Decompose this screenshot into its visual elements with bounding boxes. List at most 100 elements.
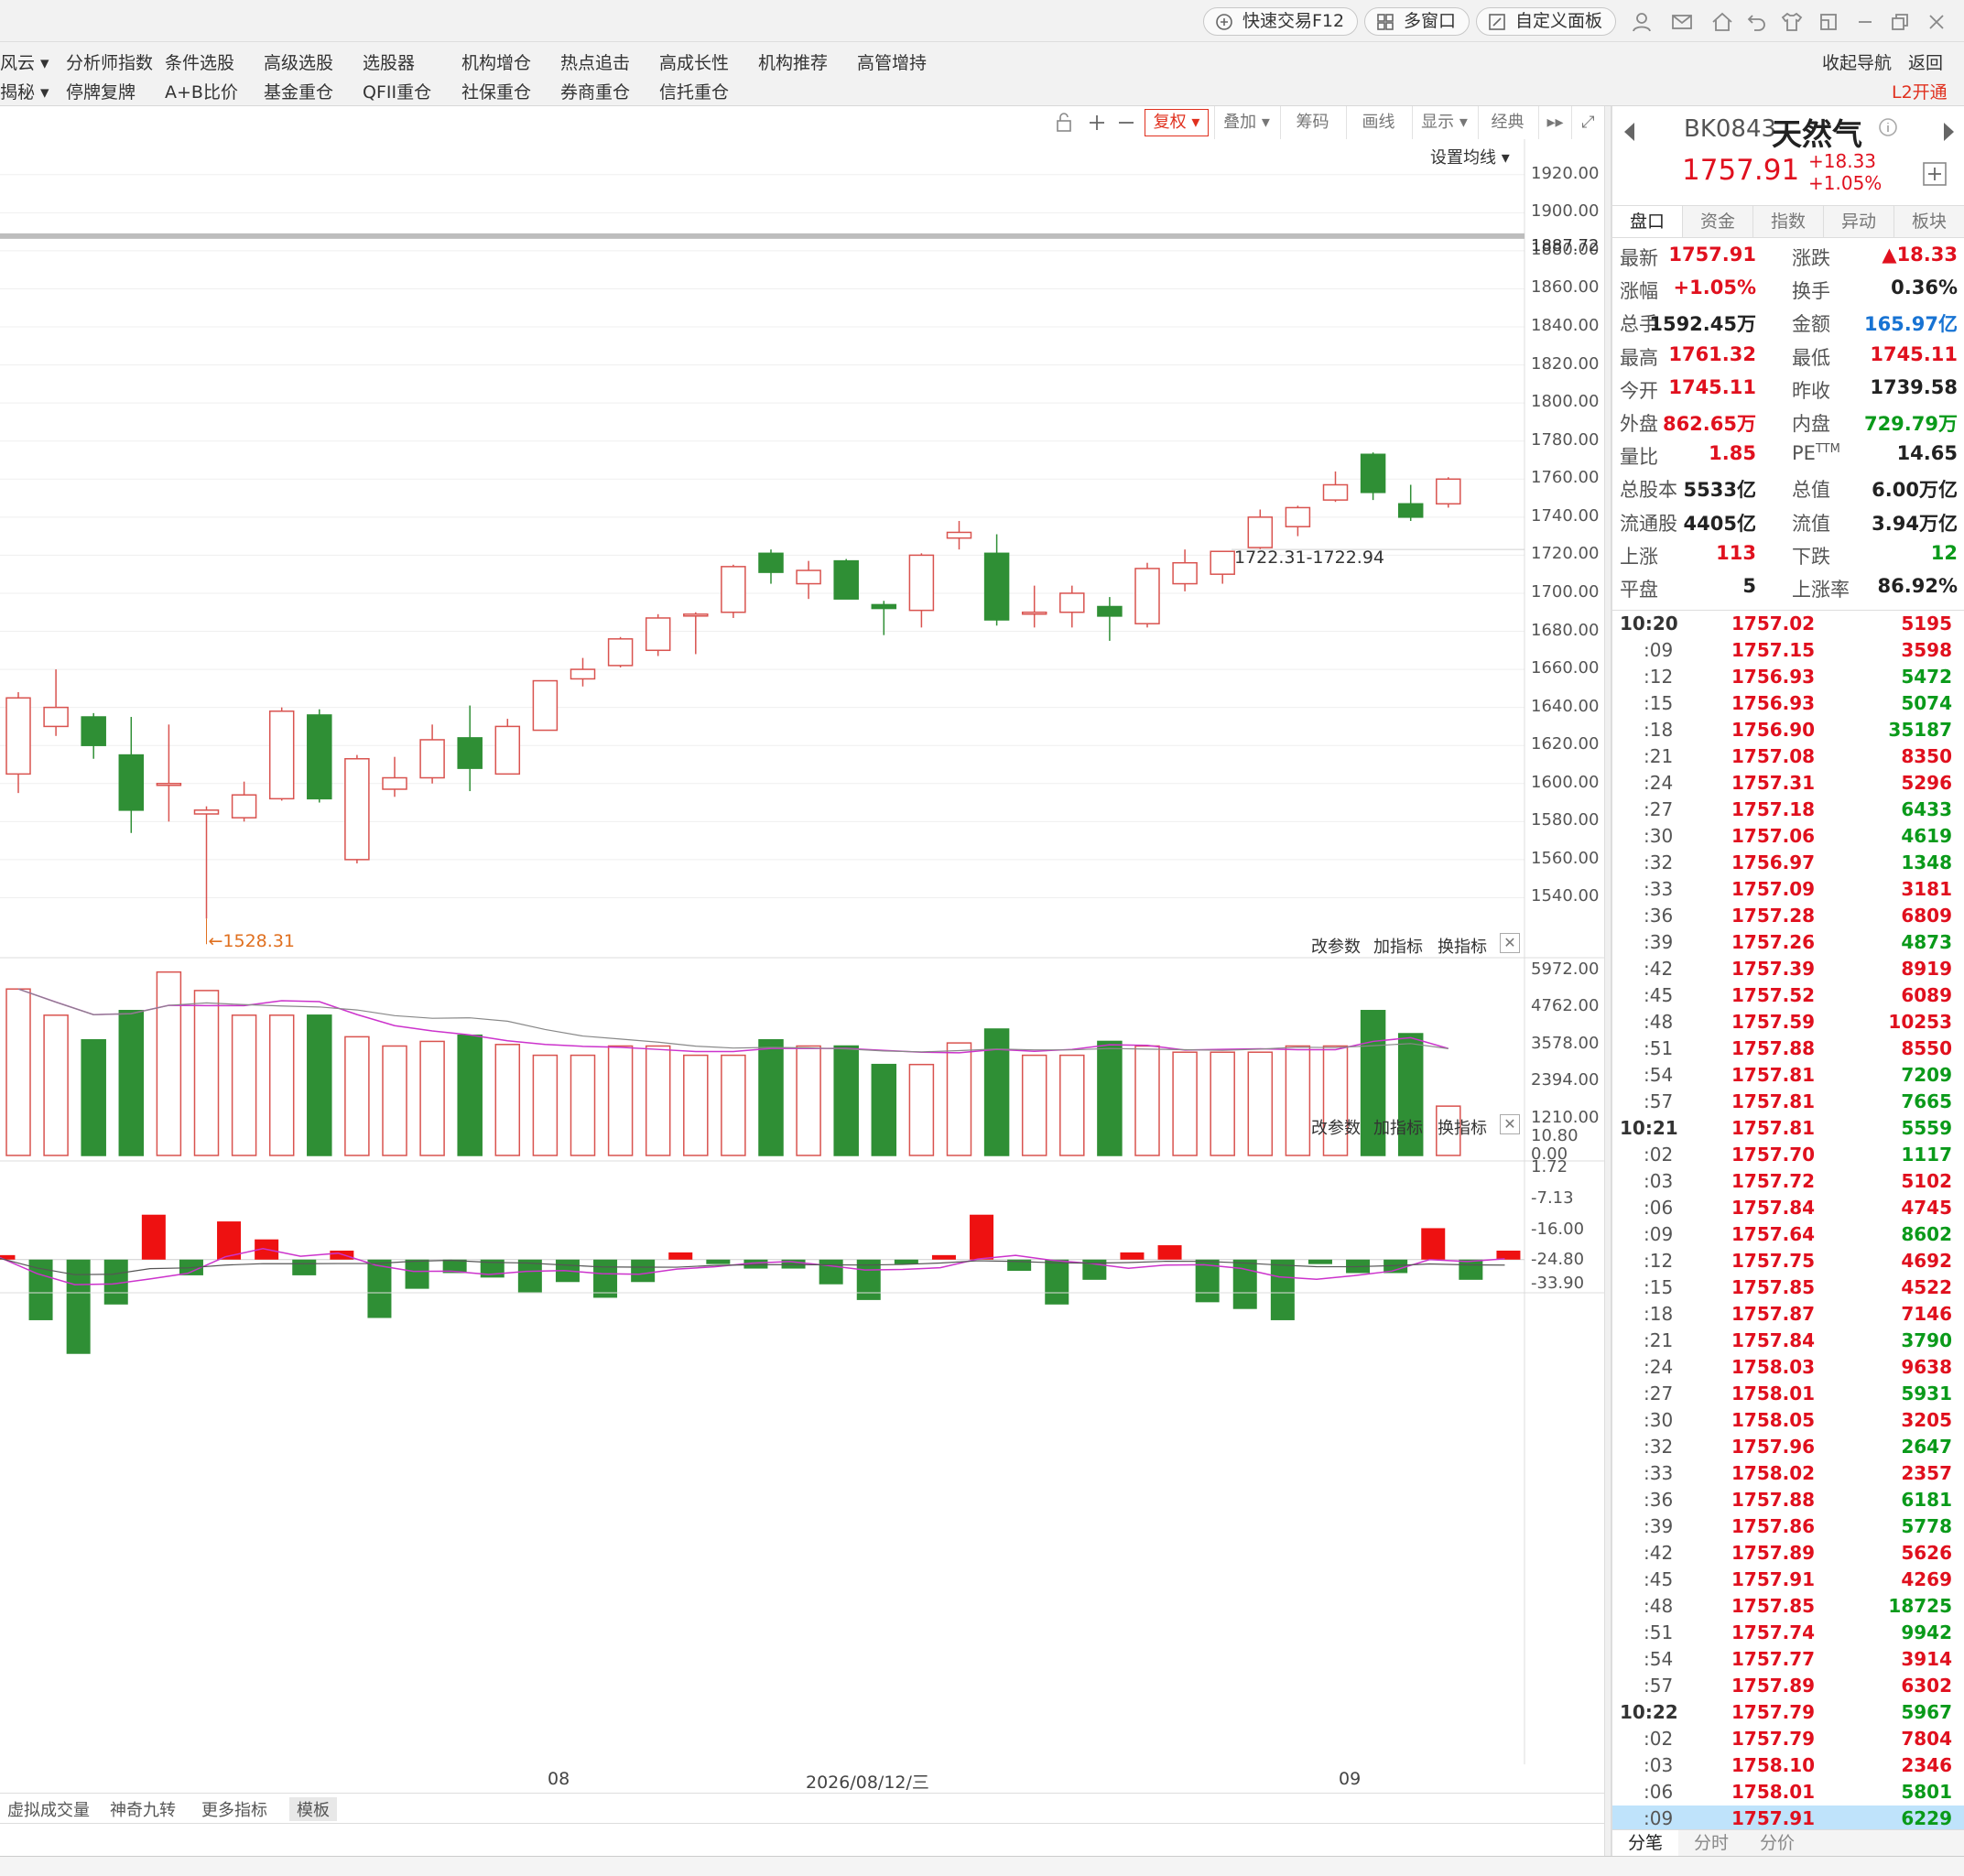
volume-bar[interactable] bbox=[570, 1054, 596, 1156]
tick-row[interactable]: :51 1757.88 8550 bbox=[1612, 1036, 1964, 1062]
volume-bar[interactable] bbox=[1247, 1051, 1274, 1156]
macd-bar[interactable] bbox=[1459, 1259, 1483, 1280]
tick-row[interactable]: :42 1757.89 5626 bbox=[1612, 1540, 1964, 1567]
tick-row[interactable]: :02 1757.79 7804 bbox=[1612, 1726, 1964, 1752]
volume-bar[interactable] bbox=[382, 1045, 407, 1156]
volume-bar[interactable] bbox=[1021, 1054, 1047, 1156]
menu-item-5[interactable]: 机构增仓 bbox=[461, 49, 531, 74]
draw-line-button[interactable]: 画线 bbox=[1346, 106, 1410, 139]
menu-item-8[interactable]: 机构推荐 bbox=[758, 49, 828, 74]
tick-row[interactable]: :32 1756.97 1348 bbox=[1612, 850, 1964, 876]
overlay-button[interactable]: 叠加 ▾ bbox=[1214, 106, 1278, 139]
candle[interactable] bbox=[81, 716, 106, 746]
volume-bar[interactable] bbox=[457, 1034, 483, 1156]
candle[interactable] bbox=[1360, 453, 1386, 493]
volume-bar[interactable] bbox=[81, 1039, 106, 1156]
tick-row[interactable]: :51 1757.74 9942 bbox=[1612, 1620, 1964, 1646]
candle[interactable] bbox=[1134, 568, 1160, 624]
candle[interactable] bbox=[871, 603, 897, 610]
menu-item-row2-4[interactable]: QFII重仓 bbox=[363, 79, 431, 103]
macd-bar[interactable] bbox=[141, 1214, 166, 1260]
display-button[interactable]: 显示 ▾ bbox=[1412, 106, 1476, 139]
menu-item-7[interactable]: 高成长性 bbox=[659, 49, 729, 74]
menu-item-row2-2[interactable]: A+B比价 bbox=[165, 79, 238, 103]
lock-icon[interactable] bbox=[1053, 112, 1075, 134]
mail-icon[interactable] bbox=[1670, 10, 1694, 34]
menu-item-3[interactable]: 高级选股 bbox=[264, 49, 333, 74]
zoom-out-icon[interactable] bbox=[1115, 112, 1137, 134]
candle[interactable] bbox=[268, 710, 295, 800]
candle[interactable] bbox=[494, 725, 521, 775]
tick-view-tab-1[interactable]: 分时 bbox=[1678, 1830, 1744, 1856]
macd-bar[interactable] bbox=[292, 1259, 317, 1275]
volume-bar[interactable] bbox=[721, 1054, 746, 1156]
shirt-icon[interactable] bbox=[1780, 10, 1804, 34]
tick-row[interactable]: :45 1757.91 4269 bbox=[1612, 1567, 1964, 1593]
tick-row[interactable]: :27 1757.18 6433 bbox=[1612, 797, 1964, 823]
candle[interactable] bbox=[231, 794, 257, 819]
candle[interactable] bbox=[344, 757, 370, 861]
close-indicator-icon-vol[interactable]: ✕ bbox=[1500, 933, 1520, 953]
candle[interactable] bbox=[457, 737, 483, 769]
indicator-tab-1[interactable]: 神奇九转 bbox=[103, 1797, 183, 1821]
tick-row[interactable]: :09 1757.91 6229 bbox=[1612, 1806, 1964, 1832]
tick-row[interactable]: :24 1757.31 5296 bbox=[1612, 770, 1964, 797]
panel-splitter[interactable] bbox=[1604, 106, 1611, 1856]
candle[interactable] bbox=[645, 617, 671, 652]
info-icon[interactable] bbox=[1878, 117, 1898, 137]
change-param-button-macd[interactable]: 改参数 bbox=[1311, 1115, 1361, 1139]
candle[interactable] bbox=[156, 783, 182, 786]
menu-item-row2-6[interactable]: 券商重仓 bbox=[560, 79, 630, 103]
volume-bar[interactable] bbox=[193, 990, 220, 1156]
candle[interactable] bbox=[382, 776, 407, 790]
menu-item-2[interactable]: 条件选股 bbox=[165, 49, 234, 74]
volume-bar[interactable] bbox=[983, 1028, 1010, 1156]
panel-tab-0[interactable]: 盘口 bbox=[1612, 206, 1683, 237]
tick-row[interactable]: :03 1758.10 2346 bbox=[1612, 1752, 1964, 1779]
classic-button[interactable]: 经典 bbox=[1478, 106, 1536, 139]
tick-row[interactable]: :48 1757.59 10253 bbox=[1612, 1009, 1964, 1036]
menu-item-row2-7[interactable]: 信托重仓 bbox=[659, 79, 729, 103]
user-icon[interactable] bbox=[1630, 10, 1654, 34]
macd-bar[interactable] bbox=[1045, 1259, 1069, 1305]
macd-bar[interactable] bbox=[706, 1259, 731, 1264]
macd-bar[interactable] bbox=[367, 1259, 392, 1318]
candle[interactable] bbox=[983, 552, 1010, 621]
tick-row[interactable]: :30 1758.05 3205 bbox=[1612, 1407, 1964, 1434]
tick-row[interactable]: :18 1757.87 7146 bbox=[1612, 1301, 1964, 1328]
tick-row[interactable]: :33 1758.02 2357 bbox=[1612, 1460, 1964, 1487]
candle[interactable] bbox=[833, 559, 859, 600]
volume-bar[interactable] bbox=[419, 1040, 445, 1156]
volume-bar[interactable] bbox=[1285, 1045, 1311, 1156]
chart-area[interactable]: 设置均线 ▾ 1920.00 1900.00 1880.00 1860.00 1840.… bbox=[0, 139, 1604, 1793]
candle[interactable] bbox=[1210, 550, 1235, 575]
adjust-rights-button[interactable]: 复权 ▾ bbox=[1145, 109, 1209, 136]
candle[interactable] bbox=[721, 566, 746, 613]
custom-panel-button[interactable]: 自定义面板 bbox=[1476, 7, 1617, 36]
macd-bar[interactable] bbox=[894, 1259, 918, 1264]
menu-item-1[interactable]: 分析师指数 bbox=[66, 49, 153, 74]
menu-item-row2-3[interactable]: 基金重仓 bbox=[264, 79, 333, 103]
menu-item-row2-5[interactable]: 社保重仓 bbox=[461, 79, 531, 103]
volume-bar[interactable] bbox=[118, 1010, 145, 1156]
volume-bar[interactable] bbox=[1134, 1045, 1160, 1156]
macd-bar[interactable] bbox=[593, 1259, 618, 1298]
candle[interactable] bbox=[118, 754, 145, 811]
candle[interactable] bbox=[607, 638, 634, 667]
candle[interactable] bbox=[1285, 506, 1311, 527]
tick-row[interactable]: :57 1757.89 6302 bbox=[1612, 1673, 1964, 1699]
candle[interactable] bbox=[532, 679, 559, 732]
home-icon[interactable] bbox=[1710, 10, 1734, 34]
panel-tab-1[interactable]: 资金 bbox=[1683, 206, 1753, 237]
volume-bar[interactable] bbox=[833, 1045, 859, 1156]
tick-view-tab-0[interactable]: 分笔 bbox=[1612, 1830, 1678, 1856]
l2-open-link[interactable]: L2开通 bbox=[1892, 79, 1948, 103]
volume-bar[interactable] bbox=[645, 1045, 671, 1156]
candle[interactable] bbox=[1021, 611, 1047, 615]
volume-bar[interactable] bbox=[494, 1044, 521, 1156]
menu-item-9[interactable]: 高管增持 bbox=[857, 49, 927, 74]
prev-stock-icon[interactable] bbox=[1622, 121, 1638, 143]
tick-row[interactable]: :57 1757.81 7665 bbox=[1612, 1089, 1964, 1115]
macd-bar[interactable] bbox=[405, 1259, 429, 1289]
volume-bar[interactable] bbox=[683, 1054, 709, 1156]
